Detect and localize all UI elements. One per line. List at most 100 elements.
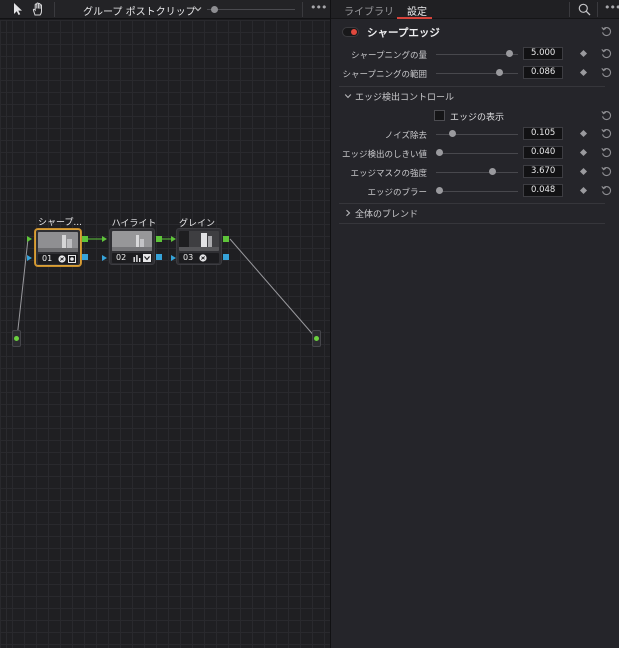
- node-alpha-output[interactable]: [156, 254, 162, 260]
- param-label: エッジのブラー: [367, 188, 427, 198]
- keyframe-icon[interactable]: [579, 148, 588, 157]
- toolbar-separator: [54, 2, 55, 17]
- param-label: エッジマスクの強度: [350, 169, 427, 179]
- param-slider-knob[interactable]: [448, 130, 456, 137]
- zoom-slider[interactable]: [207, 6, 295, 13]
- param-slider-track: [436, 191, 518, 192]
- curves-icon: [133, 255, 141, 262]
- node-thumbnail: [179, 231, 219, 251]
- node-editor-toolbar: グループ ポストクリップ •••: [0, 0, 330, 19]
- param-slider-knob[interactable]: [505, 50, 513, 57]
- key-icon: [68, 255, 76, 263]
- node-thumbnail: [38, 232, 78, 252]
- node-alpha-output[interactable]: [82, 254, 88, 260]
- param-slider[interactable]: [436, 187, 518, 196]
- param-slider-track: [436, 172, 518, 173]
- node-number: 02: [116, 253, 127, 262]
- effects-inspector: ライブラリ 設定 ••• シャープエッジ エッジ検出コントロール エッジの表示 …: [331, 0, 619, 648]
- tab-library[interactable]: ライブラリ: [344, 3, 394, 18]
- reset-icon[interactable]: [601, 26, 612, 37]
- param-value-field[interactable]: 0.086: [523, 66, 563, 79]
- keyframe-icon[interactable]: [579, 129, 588, 138]
- param-slider-knob[interactable]: [436, 149, 443, 156]
- node-rgb-input[interactable]: [102, 236, 107, 242]
- pointer-icon[interactable]: [11, 2, 25, 16]
- group-separator: [339, 86, 605, 87]
- overall-blend-group-header[interactable]: 全体のブレンド: [355, 207, 418, 220]
- chevron-down-icon[interactable]: [344, 92, 352, 100]
- node-02[interactable]: 02: [109, 228, 155, 265]
- keyframe-icon[interactable]: [579, 186, 588, 195]
- more-icon[interactable]: •••: [310, 2, 327, 16]
- tab-settings[interactable]: 設定: [407, 3, 427, 18]
- node-alpha-input[interactable]: [102, 255, 107, 261]
- tab-separator: [597, 2, 598, 17]
- param-slider[interactable]: [436, 50, 518, 59]
- more-icon[interactable]: •••: [604, 2, 619, 16]
- keyframe-icon[interactable]: [579, 49, 588, 58]
- hand-icon[interactable]: [31, 2, 45, 16]
- source-node[interactable]: [12, 330, 21, 347]
- param-slider-knob[interactable]: [436, 187, 443, 194]
- param-value-field[interactable]: 0.105: [523, 127, 563, 140]
- param-label: エッジ検出のしきい値: [341, 150, 427, 160]
- param-slider-track: [436, 153, 518, 154]
- reset-icon[interactable]: [601, 110, 612, 121]
- reset-icon[interactable]: [601, 67, 612, 78]
- param-slider[interactable]: [436, 168, 518, 177]
- node-graph[interactable]: シャープ... 01 ハイライト 02 グレイン 03: [0, 20, 330, 648]
- reset-icon[interactable]: [601, 128, 612, 139]
- param-label: シャープニングの量: [351, 51, 427, 61]
- node-label: シャープ...: [37, 218, 83, 228]
- active-tab-indicator: [397, 17, 432, 19]
- reset-icon[interactable]: [601, 48, 612, 59]
- node-03[interactable]: 03: [176, 228, 222, 265]
- reset-icon[interactable]: [601, 166, 612, 177]
- param-label: ノイズ除去: [384, 131, 427, 141]
- keyframe-icon[interactable]: [579, 68, 588, 77]
- param-slider[interactable]: [436, 149, 518, 158]
- node-thumbnail: [112, 231, 152, 251]
- node-rgb-output[interactable]: [223, 236, 229, 242]
- param-value-field[interactable]: 0.040: [523, 146, 563, 159]
- param-slider-knob[interactable]: [488, 168, 496, 175]
- param-slider[interactable]: [436, 130, 518, 139]
- keyframe-icon[interactable]: [579, 167, 588, 176]
- output-input-dot[interactable]: [314, 336, 319, 341]
- effect-title: シャープエッジ: [367, 27, 440, 39]
- param-slider[interactable]: [436, 69, 518, 78]
- qualifier-icon: [143, 254, 151, 262]
- node-rgb-output[interactable]: [82, 236, 88, 242]
- node-info-bar: 03: [179, 253, 219, 263]
- chevron-right-icon[interactable]: [344, 209, 352, 217]
- reset-icon[interactable]: [601, 147, 612, 158]
- param-slider-knob[interactable]: [496, 69, 503, 76]
- node-rgb-output[interactable]: [156, 236, 162, 242]
- node-alpha-output[interactable]: [223, 254, 229, 260]
- node-info-bar: 02: [112, 253, 152, 263]
- output-node[interactable]: [312, 330, 321, 347]
- node-rgb-input[interactable]: [27, 236, 32, 242]
- node-mode-selector[interactable]: グループ ポストクリップ: [83, 3, 196, 18]
- graph-edge-line: [6, 20, 7, 648]
- zoom-slider-track: [207, 9, 295, 10]
- fx-icon: [199, 254, 207, 262]
- group-separator: [339, 223, 605, 224]
- zoom-slider-knob[interactable]: [211, 6, 219, 13]
- param-label: シャープニングの範囲: [342, 70, 428, 80]
- group-separator: [339, 203, 605, 204]
- source-output-dot[interactable]: [14, 336, 19, 341]
- effect-enable-toggle[interactable]: [342, 27, 359, 37]
- param-value-field[interactable]: 0.048: [523, 184, 563, 197]
- param-value-field[interactable]: 5.000: [523, 47, 563, 60]
- chevron-down-icon[interactable]: [193, 4, 203, 14]
- show-edges-checkbox[interactable]: [434, 110, 445, 121]
- search-icon[interactable]: [578, 3, 591, 16]
- node-connections: [16, 238, 317, 339]
- param-value-field[interactable]: 3.670: [523, 165, 563, 178]
- edge-detection-group-header[interactable]: エッジ検出コントロール: [355, 90, 454, 103]
- node-alpha-input[interactable]: [27, 255, 32, 261]
- node-info-bar: 01: [38, 254, 78, 264]
- reset-icon[interactable]: [601, 185, 612, 196]
- node-01[interactable]: 01: [35, 229, 81, 266]
